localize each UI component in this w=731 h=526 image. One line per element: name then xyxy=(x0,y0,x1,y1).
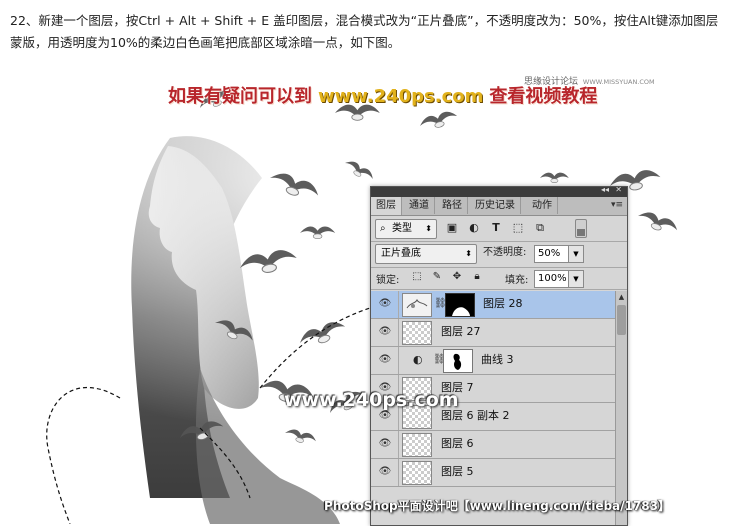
divider xyxy=(371,241,627,242)
curves-adjustment-icon: ◐ xyxy=(413,353,423,366)
panel-tabbar: 图层 通道 路径 历史记录 动作 ▾≡ xyxy=(371,197,627,216)
overlay-watermark-url: www.240ps.com xyxy=(284,389,459,411)
divider xyxy=(398,431,399,458)
opacity-dropdown-button[interactable]: ▼ xyxy=(568,245,584,263)
lock-label: 锁定: xyxy=(376,275,400,286)
eye-icon[interactable]: 👁︎ xyxy=(377,354,393,366)
layer-row[interactable]: 👁︎ 图层 27 xyxy=(371,319,615,347)
eye-icon[interactable]: 👁︎ xyxy=(377,410,393,422)
panel-menu-icon[interactable]: ▾≡ xyxy=(611,200,623,210)
search-icon: ⌕ xyxy=(380,223,386,234)
layer-thumbnail xyxy=(402,461,432,485)
layer-name: 图层 28 xyxy=(483,297,523,310)
collapse-icon[interactable]: ◂◂ xyxy=(601,187,609,194)
fill-input[interactable]: 100% xyxy=(534,270,569,288)
layer-list-scrollbar[interactable]: ▲ xyxy=(615,291,627,525)
tab-channels[interactable]: 通道 xyxy=(404,197,435,214)
smart-object-filter-icon[interactable]: ⧉ xyxy=(533,221,547,235)
layer-name: 图层 6 xyxy=(441,437,474,450)
tab-actions[interactable]: 动作 xyxy=(527,197,558,214)
layer-row[interactable]: 👁︎ ⛓︎ 图层 28 xyxy=(371,291,615,319)
banner-url: www.240ps.com xyxy=(318,86,484,107)
layers-panel: ◂◂ ✕ 图层 通道 路径 历史记录 动作 ▾≡ ⌕ 类型 ⬍ ▣ ◐ T ⬚ … xyxy=(370,186,628,526)
shape-filter-icon[interactable]: ⬚ xyxy=(511,221,525,235)
lock-all-icon[interactable]: 🔒︎ xyxy=(471,271,483,283)
layer-name: 曲线 3 xyxy=(481,353,514,366)
divider xyxy=(398,459,399,486)
type-filter-icon[interactable]: T xyxy=(489,221,503,235)
close-icon[interactable]: ✕ xyxy=(615,187,622,194)
blend-mode-value: 正片叠底 xyxy=(381,248,421,259)
layer-filter-row: ⌕ 类型 ⬍ ▣ ◐ T ⬚ ⧉ xyxy=(375,219,623,239)
scrollbar-thumb[interactable] xyxy=(617,305,626,335)
banner-suffix: 查看视频教程 xyxy=(489,86,598,107)
fill-label: 填充: xyxy=(505,275,529,286)
divider xyxy=(398,319,399,346)
layer-name: 图层 27 xyxy=(441,325,481,338)
instruction-text: 22、新建一个图层，按Ctrl + Alt + Shift + E 盖印图层，混… xyxy=(10,13,719,50)
divider xyxy=(398,347,399,374)
link-icon[interactable]: ⛓︎ xyxy=(433,353,446,367)
blend-mode-select[interactable]: 正片叠底 ⬍ xyxy=(375,244,477,264)
opacity-label: 不透明度: xyxy=(483,247,527,258)
tab-history[interactable]: 历史记录 xyxy=(470,197,521,214)
eye-icon[interactable]: 👁︎ xyxy=(377,326,393,338)
divider xyxy=(398,291,399,318)
scroll-up-icon[interactable]: ▲ xyxy=(616,291,627,303)
eye-icon[interactable]: 👁︎ xyxy=(377,466,393,478)
layer-mask-thumbnail[interactable] xyxy=(445,293,475,317)
layer-name: 图层 6 副本 2 xyxy=(441,409,510,422)
layer-thumbnail xyxy=(402,293,432,317)
filter-toggle-switch[interactable] xyxy=(575,219,587,238)
tab-layers[interactable]: 图层 xyxy=(371,197,402,215)
divider xyxy=(371,267,627,268)
tab-paths[interactable]: 路径 xyxy=(437,197,468,214)
chevron-updown-icon: ⬍ xyxy=(425,224,432,233)
credit-watermark: PhotoShop平面设计吧【www.lineng.com/tieba/1783… xyxy=(324,499,670,513)
panel-titlebar: ◂◂ ✕ xyxy=(371,187,627,197)
banner-text: 如果有疑问可以到 www.240ps.com 查看视频教程 xyxy=(168,82,597,108)
divider xyxy=(371,289,627,290)
adjustment-filter-icon[interactable]: ◐ xyxy=(467,221,481,235)
layer-name: 图层 5 xyxy=(441,465,474,478)
lock-position-icon[interactable]: ✥ xyxy=(451,271,463,283)
fill-dropdown-button[interactable]: ▼ xyxy=(568,270,584,288)
layer-mask-thumbnail[interactable] xyxy=(443,349,473,373)
layer-row[interactable]: 👁︎ 图层 5 xyxy=(371,459,615,487)
lock-image-pixels-icon[interactable]: ✎ xyxy=(431,271,443,283)
layer-thumbnail xyxy=(402,321,432,345)
eye-icon[interactable]: 👁︎ xyxy=(377,438,393,450)
chevron-updown-icon: ⬍ xyxy=(465,249,472,258)
eye-icon[interactable]: 👁︎ xyxy=(377,298,393,310)
kind-filter-label: 类型 xyxy=(392,223,412,234)
kind-filter-select[interactable]: ⌕ 类型 ⬍ xyxy=(375,219,437,239)
opacity-input[interactable]: 50% xyxy=(534,245,569,263)
layer-row[interactable]: 👁︎ 图层 6 xyxy=(371,431,615,459)
lock-transparency-icon[interactable]: ⬚ xyxy=(411,271,423,283)
link-icon[interactable]: ⛓︎ xyxy=(434,297,447,311)
banner-prefix: 如果有疑问可以到 xyxy=(168,86,312,107)
pixel-filter-icon[interactable]: ▣ xyxy=(445,221,459,235)
layer-row[interactable]: 👁︎ ◐ ⛓︎ 曲线 3 xyxy=(371,347,615,375)
layer-thumbnail xyxy=(402,433,432,457)
